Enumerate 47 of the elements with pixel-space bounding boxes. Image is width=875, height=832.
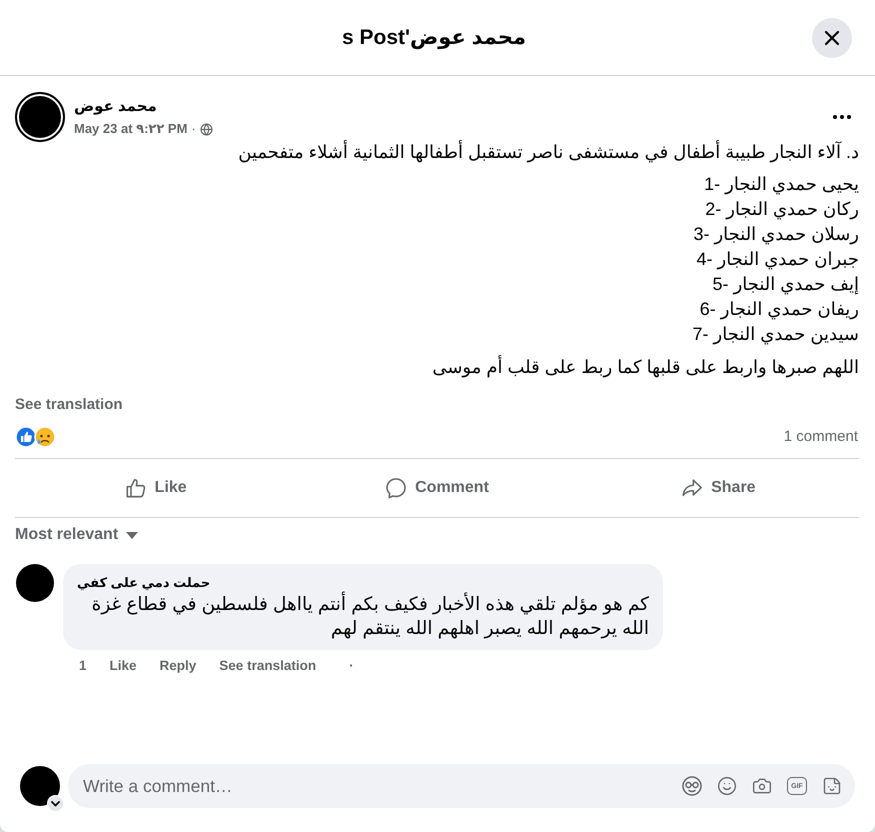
reply-link[interactable]: Reply [160, 658, 196, 674]
smiley-icon [717, 776, 737, 796]
see-translation-link[interactable]: See translation [15, 395, 123, 415]
post-list-item: 3- رسلان حمدي النجار [692, 223, 859, 246]
post-title: محمد عوض's Post [342, 24, 526, 50]
like-link[interactable]: Like [110, 658, 137, 674]
thumbs-up-icon [124, 477, 147, 499]
sad-face-icon [34, 426, 56, 448]
profile-avatar[interactable] [15, 92, 65, 142]
speech-bubble-icon [385, 477, 408, 499]
chevron-icon[interactable] [47, 795, 64, 812]
post-list-item: 6- ريفان حمدي النجار [698, 298, 859, 322]
photo-button[interactable] [752, 776, 772, 796]
emoji-button[interactable] [717, 776, 737, 796]
separator-dot: · [349, 658, 354, 674]
reaction-count: 1 [79, 658, 87, 674]
commenter-name[interactable]: حملت دمي على كفي [77, 574, 649, 592]
post-text: د. آلاء النجار طبيبة أطفال في مستشفى ناصر تستقبل أطفالها الثمانية أشلاء متفحمين [237, 140, 859, 164]
sticker-button[interactable] [822, 776, 842, 796]
share-button[interactable]: Share [578, 468, 859, 508]
author-name[interactable]: محمد عوض [74, 97, 213, 117]
comment-count[interactable]: 1 comment [784, 427, 859, 447]
post-list-item: 2- ركان حمدي النجار [704, 198, 859, 222]
profile-avatar[interactable] [20, 766, 60, 806]
sticker-icon [822, 776, 842, 796]
comment-text: كم هو مؤلم تلقي هذه الأخبار فكيف بكم أنتم يااهل فلسطين في قطاع غزة الله يرحمهم الله يصبر اهلهم الله ينتقم لهم [90, 592, 649, 640]
more-icon [833, 115, 851, 119]
post-list-item: 4- جبران حمدي النجار [695, 248, 859, 272]
post-list-item: 5- إيف حمدي النجار [712, 273, 859, 296]
caret-icon [126, 532, 138, 538]
comment-button[interactable]: Comment [296, 468, 578, 508]
avatar-sticker-button[interactable] [682, 776, 702, 796]
commenter-avatar[interactable] [16, 564, 54, 602]
sort-dropdown[interactable]: Most relevant [15, 525, 138, 545]
post-list-item: 1- يحيى حمدي النجار [703, 173, 859, 196]
globe-icon [200, 122, 213, 136]
separator-dot: · [191, 121, 196, 137]
see-translation-link[interactable]: See translation [219, 658, 316, 674]
share-arrow-icon [681, 477, 704, 499]
close-button[interactable] [812, 18, 852, 58]
like-button[interactable]: Like [15, 468, 296, 508]
post-list-item: 7- سيدين حمدي النجار [692, 323, 859, 346]
camera-icon [752, 776, 772, 796]
post-timestamp[interactable]: May 23 at ٩:٢٢ PM [74, 121, 188, 137]
face-glasses-icon [682, 776, 702, 796]
like-reaction-icon [15, 426, 37, 448]
post-text: اللهم صبرها واربط على قلبها كما ربط على قلب أم موسى [431, 355, 859, 380]
